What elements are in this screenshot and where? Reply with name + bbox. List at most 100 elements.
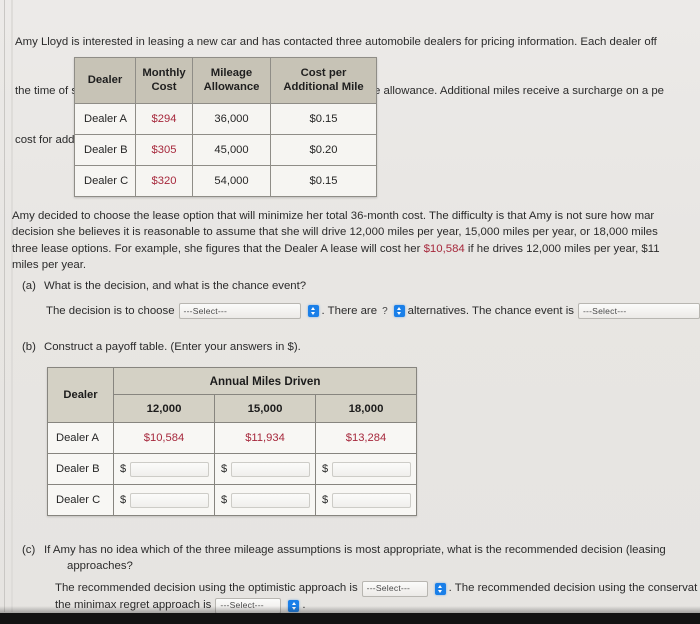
scenario-dealer-a-cost: $10,584 [423, 242, 465, 255]
part-a-answer-row: The decision is to choose ---Select--- .… [46, 303, 700, 319]
payoff-cell-c-12000: $ [113, 484, 215, 516]
cell-mileage-allowance: 54,000 [192, 165, 271, 197]
part-c-question: (c) If Amy has no idea which of the three… [22, 542, 700, 572]
payoff-input-c-18000[interactable] [332, 492, 411, 508]
scenario-line-4: miles per year. [12, 258, 87, 271]
dollar-sign: $ [221, 494, 228, 506]
part-c-text-optimistic: The recommended decision using the optim… [55, 582, 358, 594]
part-a-text-2: . There are [321, 305, 378, 317]
payoff-subheader-18000: 18,000 [315, 394, 417, 423]
header-dealer: Dealer [74, 57, 136, 104]
header-cpm-line2: Additional Mile [283, 80, 364, 93]
table-header-row: Dealer Monthly Cost Mileage Allowance Co… [74, 57, 377, 104]
chevron-down-icon[interactable] [307, 305, 319, 317]
cell-dealer-name: Dealer B [74, 134, 136, 166]
bottom-black-band [0, 613, 700, 624]
dollar-sign: $ [221, 463, 228, 475]
part-b-label: (b) [22, 341, 36, 353]
part-a-question: (a) What is the decision, and what is the… [22, 280, 306, 292]
cell-dealer-name: Dealer C [74, 165, 136, 197]
bottom-shadow [0, 606, 700, 613]
page-edge-line-inner [11, 0, 13, 612]
header-monthly-line1: Monthly [142, 67, 186, 80]
payoff-input-c-15000[interactable] [231, 492, 310, 508]
payoff-subheader-12000: 12,000 [113, 394, 215, 423]
payoff-input-b-18000[interactable] [332, 461, 411, 477]
payoff-cell-b-15000: $ [214, 453, 316, 485]
table-row: Dealer C $ $ $ [47, 484, 417, 516]
header-cpm-line1: Cost per [300, 67, 347, 80]
scenario-line-3: three lease options. For example, she fi… [12, 241, 700, 257]
page-edge-line-left [4, 0, 5, 612]
header-monthly-cost: Monthly Cost [135, 57, 193, 104]
payoff-input-wrap: $ [316, 461, 416, 477]
payoff-header-row-top: Dealer Annual Miles Driven [47, 367, 417, 423]
payoff-cell-b-12000: $ [113, 453, 215, 485]
payoff-cell-b-18000: $ [315, 453, 417, 485]
cell-monthly-cost: $305 [135, 134, 193, 166]
scenario-paragraph: Amy decided to choose the lease option t… [12, 208, 700, 273]
payoff-table: Dealer Annual Miles Driven 12,000 15,000… [47, 367, 417, 516]
part-c-line-2: approaches? [67, 560, 133, 572]
header-mileage-line2: Allowance [203, 80, 260, 93]
table-row: Dealer B $305 45,000 $0.20 [74, 134, 377, 166]
table-row: Dealer B $ $ $ [47, 453, 417, 485]
chance-event-select-value: ---Select--- [582, 306, 627, 316]
dollar-sign: $ [322, 494, 329, 506]
cell-mileage-allowance: 36,000 [192, 103, 271, 135]
payoff-input-wrap: $ [215, 461, 315, 477]
cell-monthly-cost: $320 [135, 165, 193, 197]
scenario-line-3b: if he drives 12,000 miles per year, $11 [464, 242, 660, 255]
payoff-row-label-dealer-c: Dealer C [47, 484, 114, 516]
page-root: Amy Lloyd is interested in leasing a new… [0, 0, 700, 624]
payoff-header-annual-miles: Annual Miles Driven [113, 367, 417, 395]
payoff-subheader-15000: 15,000 [214, 394, 316, 423]
part-b-text: Construct a payoff table. (Enter your an… [44, 341, 301, 353]
dealer-pricing-table: Dealer Monthly Cost Mileage Allowance Co… [74, 57, 377, 197]
dollar-sign: $ [120, 463, 127, 475]
part-c-line-1: (c) If Amy has no idea which of the three… [22, 542, 700, 558]
part-a-text: What is the decision, and what is the ch… [44, 280, 307, 292]
scenario-line-1: Amy decided to choose the lease option t… [12, 210, 655, 222]
header-monthly-line2: Cost [151, 80, 177, 93]
cell-cost-per-mile: $0.15 [270, 103, 377, 135]
payoff-input-b-12000[interactable] [130, 461, 209, 477]
payoff-input-wrap: $ [316, 492, 416, 508]
part-c-text-conservative: . The recommended decision using the con… [448, 582, 698, 594]
part-a-label: (a) [22, 280, 36, 292]
payoff-input-wrap: $ [114, 492, 214, 508]
part-c-text-1: If Amy has no idea which of the three mi… [44, 544, 666, 556]
part-a-text-3: alternatives. The chance event is [407, 305, 574, 317]
decision-select-value: ---Select--- [183, 306, 228, 316]
scenario-line-2: decision she believes it is reasonable t… [12, 226, 658, 239]
payoff-cell-a-18000: $13,284 [315, 422, 417, 454]
table-row: Dealer A $294 36,000 $0.15 [74, 103, 377, 135]
payoff-input-wrap: $ [215, 492, 315, 508]
cell-cost-per-mile: $0.15 [270, 165, 377, 197]
chance-event-select[interactable]: ---Select--- [577, 303, 700, 319]
scenario-line-3a: three lease options. For example, she fi… [12, 242, 424, 255]
payoff-row-label-dealer-b: Dealer B [47, 453, 114, 485]
payoff-cell-c-15000: $ [214, 484, 316, 516]
chevron-down-icon[interactable] [434, 582, 446, 595]
header-mileage-line1: Mileage [210, 67, 253, 80]
table-row: Dealer A $10,584 $11,934 $13,284 [47, 422, 417, 454]
payoff-input-b-15000[interactable] [231, 461, 310, 477]
header-cost-per-additional-mile: Cost per Additional Mile [270, 57, 377, 104]
payoff-cell-c-18000: $ [315, 484, 417, 516]
payoff-input-wrap: $ [114, 461, 214, 477]
cell-dealer-name: Dealer A [74, 103, 136, 135]
payoff-cell-a-15000: $11,934 [214, 422, 316, 454]
part-c-answer-row-1: The recommended decision using the optim… [55, 580, 700, 597]
payoff-input-c-12000[interactable] [130, 492, 209, 508]
optimistic-approach-select[interactable]: ---Select--- [361, 580, 428, 597]
payoff-cell-a-12000: $10,584 [113, 422, 215, 454]
chevron-down-icon[interactable] [393, 305, 405, 317]
intro-line-1: Amy Lloyd is interested in leasing a new… [15, 36, 657, 49]
cell-monthly-cost: $294 [135, 103, 193, 135]
alternatives-count-input[interactable]: ? [382, 306, 388, 317]
payoff-row-label-dealer-a: Dealer A [47, 422, 114, 454]
payoff-header-dealer: Dealer [47, 367, 114, 423]
decision-select[interactable]: ---Select--- [178, 303, 301, 319]
header-mileage-allowance: Mileage Allowance [192, 57, 271, 104]
